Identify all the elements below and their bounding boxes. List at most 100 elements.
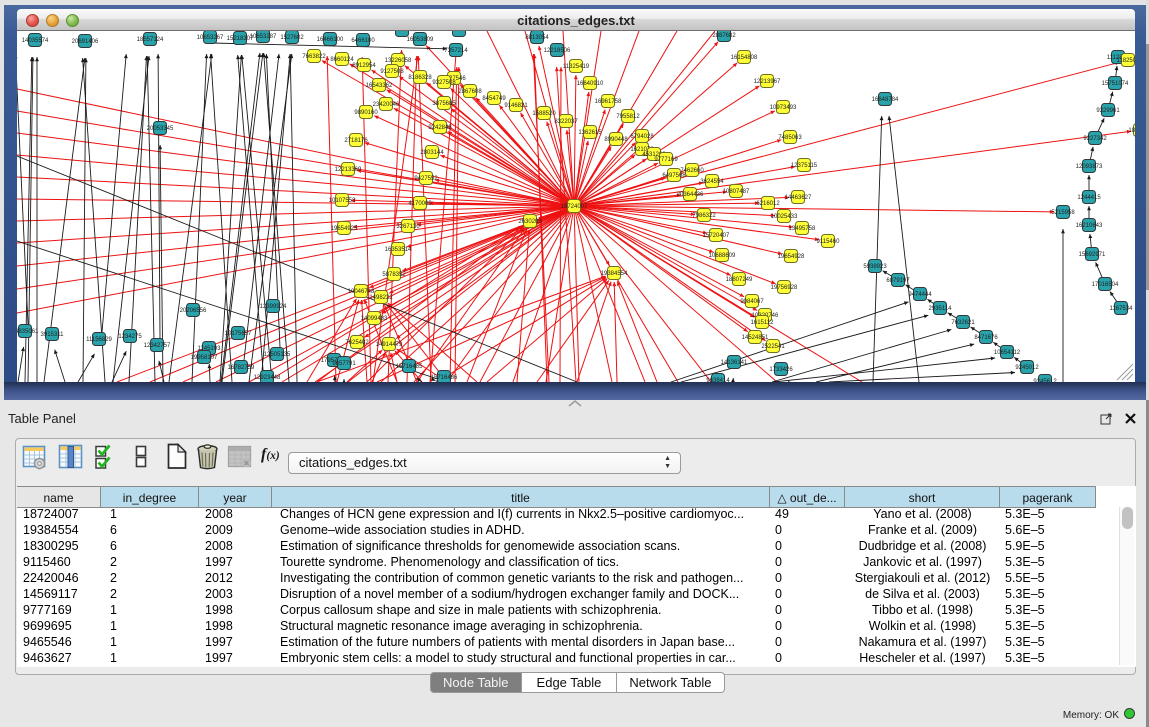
svg-text:7632621: 7632621 [951,320,975,326]
svg-text:9245612: 9245612 [1033,379,1057,382]
svg-text:12342757: 12342757 [144,343,171,349]
svg-text:10688609: 10688609 [709,253,736,259]
svg-text:16782759: 16782759 [228,365,255,371]
svg-text:2935114: 2935114 [929,306,953,312]
svg-text:6466100: 6466100 [351,38,375,44]
svg-text:16543362: 16543362 [366,83,393,89]
svg-text:8990448: 8990448 [604,137,628,143]
svg-text:18724007: 18724007 [561,204,588,210]
svg-text:15720407: 15720407 [703,233,730,239]
svg-text:2630203: 2630203 [518,219,542,225]
svg-text:8186328: 8186328 [408,75,432,81]
svg-text:9146821: 9146821 [504,103,528,109]
svg-text:18557124: 18557124 [137,37,164,43]
svg-text:10807487: 10807487 [723,189,750,195]
svg-text:9777169: 9777169 [654,157,678,163]
svg-text:1615112: 1615112 [751,320,775,326]
svg-text:1167534: 1167534 [1110,306,1134,312]
svg-text:9474444: 9474444 [908,292,932,298]
svg-text:19654928: 19654928 [778,254,805,260]
svg-text:10107553: 10107553 [329,198,356,204]
svg-text:9657791: 9657791 [332,361,356,367]
svg-text:12093873: 12093873 [1076,164,1103,170]
svg-text:16466100: 16466100 [317,37,344,43]
svg-text:7663822: 7663822 [302,54,326,60]
svg-text:7625402: 7625402 [345,340,369,346]
svg-text:2867608: 2867608 [458,89,482,95]
svg-text:6879197: 6879197 [886,278,910,284]
svg-text:16648784: 16648784 [872,97,899,103]
svg-text:14835061: 14835061 [17,329,39,335]
svg-text:10175657: 10175657 [225,331,252,337]
svg-text:12505135: 12505135 [264,352,291,358]
svg-text:9115460: 9115460 [817,239,841,245]
svg-text:10654112: 10654112 [994,350,1021,356]
svg-text:9242848: 9242848 [428,125,452,131]
svg-text:20206556: 20206556 [180,308,207,314]
svg-text:9427552: 9427552 [414,176,438,182]
svg-text:6216012: 6216012 [756,201,780,207]
svg-text:3915311: 3915311 [41,332,65,338]
svg-text:4170060: 4170060 [408,201,432,207]
svg-text:14914479: 14914479 [376,342,403,348]
svg-text:10025433: 10025433 [771,214,798,220]
svg-text:9127508: 9127508 [380,69,404,75]
svg-text:20364436: 20364436 [677,192,704,198]
svg-text:7986322: 7986322 [692,213,716,219]
svg-text:9638414: 9638414 [706,378,730,382]
svg-text:10973493: 10973493 [770,105,797,111]
svg-text:16353514: 16353514 [385,247,412,253]
svg-text:15716485: 15716485 [396,364,423,370]
svg-text:1234275: 1234275 [118,334,142,340]
svg-text:3875685: 3875685 [432,101,456,107]
svg-text:3267130: 3267130 [396,224,420,230]
svg-text:14463627: 14463627 [785,195,812,201]
svg-text:9890160: 9890160 [354,110,378,116]
svg-text:17016504: 17016504 [1092,282,1119,288]
svg-text:19384554: 19384554 [601,271,628,277]
svg-text:16640910: 16640910 [577,81,604,87]
svg-text:2887682: 2887682 [712,33,736,39]
svg-text:12375115: 12375115 [791,163,818,169]
svg-text:8454749: 8454749 [482,96,506,102]
svg-text:8660124: 8660124 [330,57,354,63]
svg-text:8322037: 8322037 [554,119,578,125]
svg-text:9084067: 9084067 [740,299,764,305]
svg-text:1527602: 1527602 [280,35,304,41]
svg-text:16053809: 16053809 [407,37,434,43]
svg-text:19654925: 19654925 [331,226,358,232]
svg-text:6497568: 6497568 [662,173,686,179]
svg-text:12923448: 12923448 [254,375,281,381]
svg-text:19756928: 19756928 [771,285,798,291]
svg-text:11156829: 11156829 [86,337,112,343]
svg-text:1588520: 1588520 [532,111,556,117]
svg-text:14136141: 14136141 [721,360,748,366]
svg-text:8471676: 8471676 [974,335,998,341]
svg-text:16961758: 16961758 [595,99,622,105]
svg-text:11325419: 11325419 [563,64,590,70]
svg-text:8813054: 8813054 [525,35,549,41]
svg-text:12399924: 12399924 [260,304,287,310]
svg-text:1182506: 1182506 [1117,58,1135,64]
svg-text:7955812: 7955812 [616,114,640,120]
svg-text:9327508: 9327508 [432,80,456,86]
svg-text:1733426: 1733426 [769,367,793,373]
svg-text:5215958: 5215958 [1051,210,1075,216]
svg-text:20691406: 20691406 [72,39,99,45]
svg-text:12213369: 12213369 [335,167,362,173]
svg-text:2718176: 2718176 [344,138,368,144]
svg-text:20053345: 20053345 [147,126,174,132]
svg-text:10653287: 10653287 [250,34,277,40]
svg-text:2522541: 2522541 [761,344,785,350]
svg-text:1244415: 1244415 [1077,195,1101,201]
svg-text:15751074: 15751074 [1102,81,1129,87]
svg-text:23420046: 23420046 [373,102,400,108]
svg-text:18807249: 18807249 [726,277,753,283]
svg-text:9227342: 9227342 [1083,136,1107,142]
svg-text:19958107: 19958107 [191,355,218,361]
svg-text:13495758: 13495758 [789,226,816,232]
svg-text:13226058: 13226058 [385,58,412,64]
svg-text:16210643: 16210643 [1076,223,1103,229]
svg-text:14099483: 14099483 [361,316,388,322]
svg-text:16154808: 16154808 [731,55,758,61]
